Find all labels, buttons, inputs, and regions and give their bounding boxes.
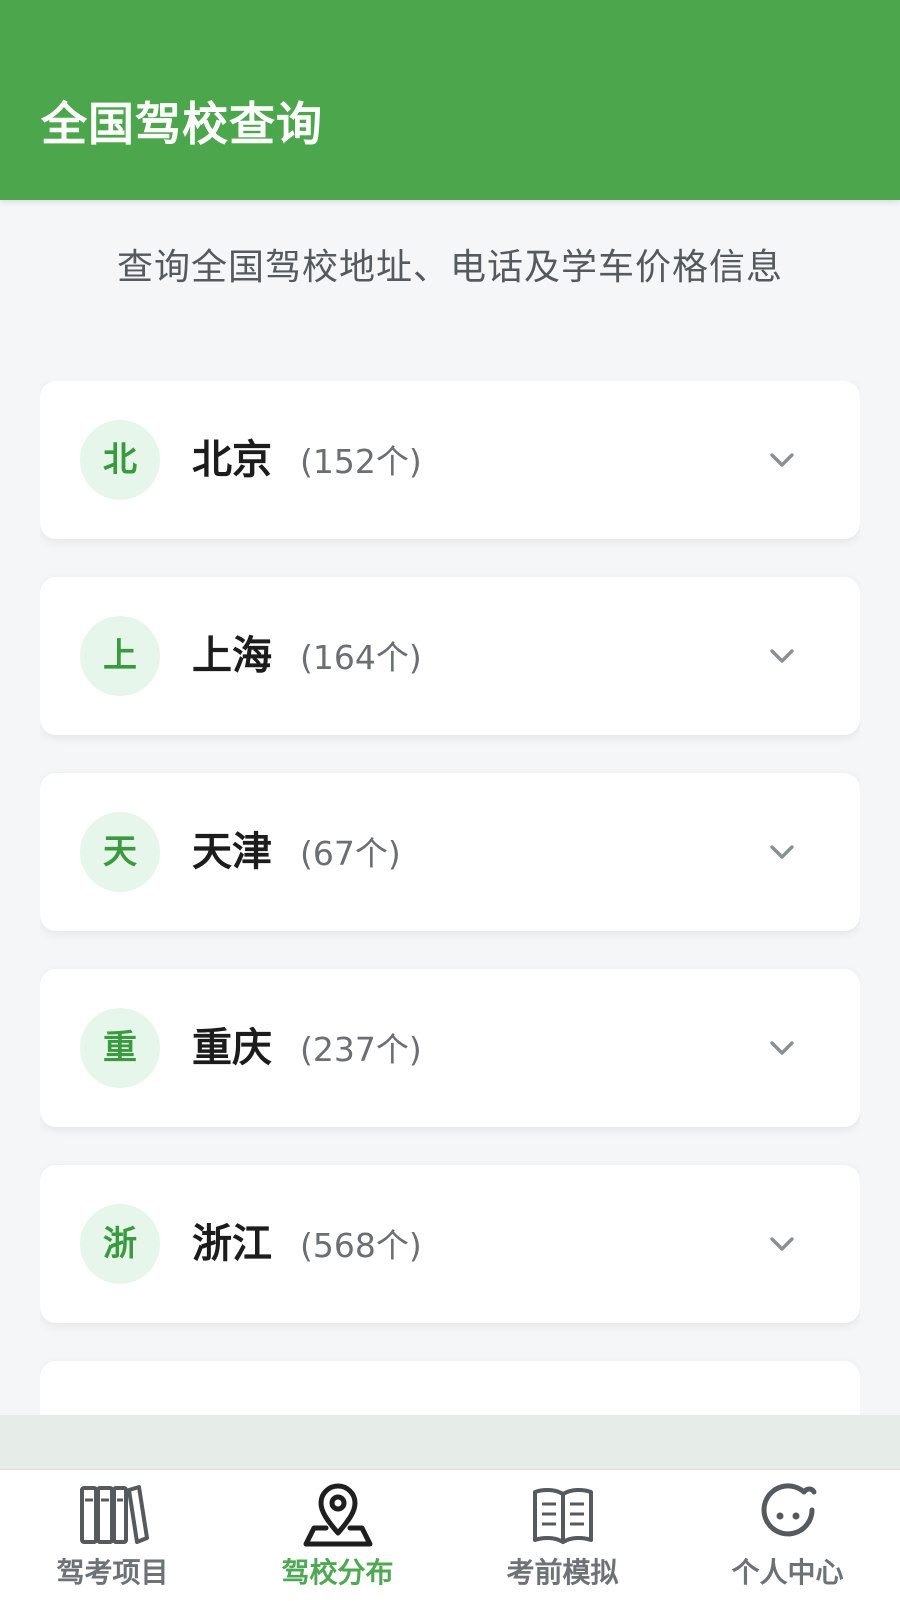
books-icon	[80, 1485, 149, 1544]
open-book-icon	[533, 1487, 593, 1544]
city-card-partial[interactable]	[40, 1361, 860, 1415]
city-badge: 北	[80, 420, 160, 500]
city-name: 浙江	[192, 1221, 272, 1267]
school-count: (237个)	[300, 1030, 422, 1069]
chevron-down-icon[interactable]	[767, 1033, 797, 1063]
city-name: 天津	[192, 829, 272, 875]
tab-driving-school-map[interactable]: 驾校分布	[225, 1470, 450, 1601]
bottom-tab-bar: 驾考项目 驾校分布 考前模拟 个人中心	[0, 1469, 900, 1601]
school-count: (67个)	[300, 834, 401, 873]
city-badge: 重	[80, 1008, 160, 1088]
tab-driving-test-items[interactable]: 驾考项目	[0, 1470, 225, 1601]
tab-label: 个人中心	[731, 1556, 844, 1589]
city-name: 上海	[192, 633, 272, 679]
tab-label: 考前模拟	[506, 1556, 619, 1589]
city-list: 北 北京 (152个) 上 上海 (164个) 天 天津 (67个) 重 重庆 …	[40, 381, 860, 1415]
page-subtitle: 查询全国驾校地址、电话及学车价格信息	[116, 247, 783, 288]
city-badge: 浙	[80, 1204, 160, 1284]
page-title: 全国驾校查询	[41, 97, 323, 151]
chevron-down-icon[interactable]	[767, 641, 797, 671]
tab-label: 驾考项目	[56, 1556, 169, 1589]
city-name: 北京	[192, 437, 272, 483]
tab-mock-exam[interactable]: 考前模拟	[450, 1470, 675, 1601]
chevron-down-icon[interactable]	[767, 445, 797, 475]
city-card-tianjin[interactable]: 天 天津 (67个)	[40, 773, 860, 931]
city-badge: 天	[80, 812, 160, 892]
city-card-beijing[interactable]: 北 北京 (152个)	[40, 381, 860, 539]
face-icon	[761, 1483, 817, 1537]
school-count: (568个)	[300, 1226, 422, 1265]
city-card-zhejiang[interactable]: 浙 浙江 (568个)	[40, 1165, 860, 1323]
city-card-shanghai[interactable]: 上 上海 (164个)	[40, 577, 860, 735]
app-header: 全国驾校查询	[0, 0, 900, 200]
city-name: 重庆	[192, 1025, 272, 1071]
scroll-fade	[0, 1415, 900, 1469]
map-pin-icon	[303, 1483, 373, 1547]
tab-label: 驾校分布	[281, 1556, 394, 1589]
city-card-chongqing[interactable]: 重 重庆 (237个)	[40, 969, 860, 1127]
chevron-down-icon[interactable]	[767, 1229, 797, 1259]
city-badge: 上	[80, 616, 160, 696]
school-count: (152个)	[300, 442, 422, 481]
chevron-down-icon[interactable]	[767, 837, 797, 867]
school-count: (164个)	[300, 638, 422, 677]
tab-personal-center[interactable]: 个人中心	[675, 1470, 900, 1601]
